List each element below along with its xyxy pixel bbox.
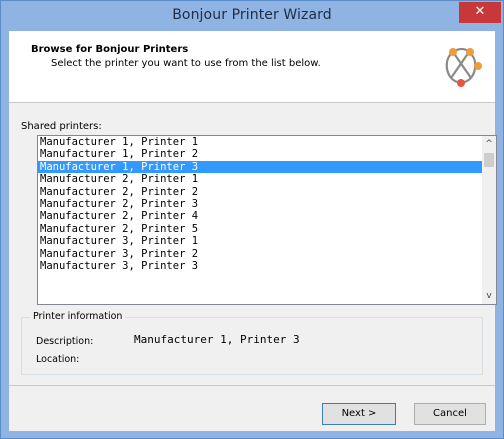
close-button[interactable]: ✕ bbox=[459, 2, 501, 23]
description-value: Manufacturer 1, Printer 3 bbox=[134, 333, 300, 346]
cancel-button[interactable]: Cancel bbox=[414, 403, 486, 425]
scroll-thumb[interactable] bbox=[484, 153, 494, 167]
printer-list[interactable]: Manufacturer 1, Printer 1 Manufacturer 1,… bbox=[37, 135, 483, 305]
list-item[interactable]: Manufacturer 3, Printer 2 bbox=[38, 248, 482, 260]
list-item[interactable]: Manufacturer 2, Printer 1 bbox=[38, 173, 482, 185]
location-label: Location: bbox=[36, 354, 80, 365]
vertical-scrollbar[interactable]: ^ v bbox=[482, 135, 497, 305]
printer-information-legend: Printer information bbox=[30, 311, 126, 322]
description-label: Description: bbox=[36, 336, 94, 347]
window-title: Bonjour Printer Wizard bbox=[172, 7, 332, 23]
list-item[interactable]: Manufacturer 2, Printer 3 bbox=[38, 198, 482, 210]
bonjour-logo-icon bbox=[445, 47, 482, 87]
wizard-header: Browse for Bonjour Printers Select the p… bbox=[9, 31, 495, 103]
wizard-window: Bonjour Printer Wizard ✕ Browse for Bonj… bbox=[0, 0, 504, 439]
next-button[interactable]: Next > bbox=[322, 403, 396, 425]
page-subtitle: Select the printer you want to use from … bbox=[51, 58, 321, 69]
shared-printers-label: Shared printers: bbox=[21, 121, 102, 132]
list-item[interactable]: Manufacturer 3, Printer 1 bbox=[38, 235, 482, 247]
list-item[interactable]: Manufacturer 1, Printer 3 bbox=[38, 160, 482, 174]
list-item[interactable]: Manufacturer 3, Printer 3 bbox=[38, 260, 482, 272]
title-bar[interactable]: Bonjour Printer Wizard ✕ bbox=[1, 1, 503, 31]
page-title: Browse for Bonjour Printers bbox=[31, 44, 189, 55]
list-item[interactable]: Manufacturer 2, Printer 2 bbox=[38, 186, 482, 198]
list-item[interactable]: Manufacturer 2, Printer 5 bbox=[38, 223, 482, 235]
printer-listbox[interactable]: Manufacturer 1, Printer 1 Manufacturer 1,… bbox=[37, 135, 497, 305]
close-icon: ✕ bbox=[474, 4, 486, 19]
scroll-down-icon[interactable]: v bbox=[482, 288, 496, 304]
list-item[interactable]: Manufacturer 1, Printer 2 bbox=[38, 148, 482, 160]
list-item[interactable]: Manufacturer 1, Printer 1 bbox=[38, 136, 482, 148]
footer-divider bbox=[9, 385, 495, 386]
list-item[interactable]: Manufacturer 2, Printer 4 bbox=[38, 210, 482, 222]
scroll-up-icon[interactable]: ^ bbox=[482, 136, 496, 152]
printer-information-group: Printer information Description: Manufac… bbox=[21, 311, 483, 375]
wizard-client-area: Browse for Bonjour Printers Select the p… bbox=[9, 31, 497, 431]
